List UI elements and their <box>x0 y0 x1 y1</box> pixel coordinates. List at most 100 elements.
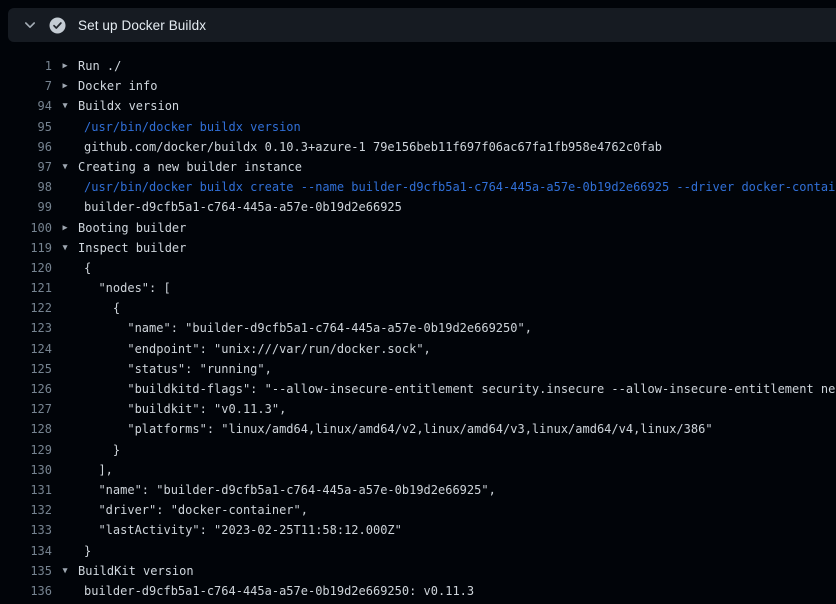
line-number[interactable]: 134 <box>0 541 52 561</box>
group-toggle-icon <box>52 419 78 439</box>
group-toggle-icon <box>52 500 78 520</box>
group-toggle-icon <box>52 278 78 298</box>
line-number[interactable]: 120 <box>0 258 52 278</box>
group-expanded-icon[interactable]: ▼ <box>52 157 78 177</box>
log-line-text: ], <box>78 460 836 480</box>
line-number[interactable]: 99 <box>0 197 52 217</box>
line-number[interactable]: 125 <box>0 359 52 379</box>
line-number[interactable]: 95 <box>0 117 52 137</box>
log-line: 123 "name": "builder-d9cfb5a1-c764-445a-… <box>0 318 836 338</box>
log-line: 99 builder-d9cfb5a1-c764-445a-a57e-0b19d… <box>0 197 836 217</box>
log-line-text: BuildKit version <box>78 561 836 581</box>
log-line-text: Booting builder <box>78 218 836 238</box>
step-header[interactable]: Set up Docker Buildx <box>8 8 836 42</box>
log-line-text: } <box>78 541 836 561</box>
log-line-text: Buildx version <box>78 96 836 116</box>
line-number[interactable]: 124 <box>0 339 52 359</box>
line-number[interactable]: 94 <box>0 96 52 116</box>
group-toggle-icon <box>52 339 78 359</box>
log-line-text: "endpoint": "unix:///var/run/docker.sock… <box>78 339 836 359</box>
log-line-text: "nodes": [ <box>78 278 836 298</box>
log-line: 127 "buildkit": "v0.11.3", <box>0 399 836 419</box>
line-number[interactable]: 121 <box>0 278 52 298</box>
line-number[interactable]: 100 <box>0 218 52 238</box>
line-number[interactable]: 132 <box>0 500 52 520</box>
log-line-text: Run ./ <box>78 56 836 76</box>
log-line[interactable]: 97 ▼ Creating a new builder instance <box>0 157 836 177</box>
log-line-text: "platforms": "linux/amd64,linux/amd64/v2… <box>78 419 836 439</box>
group-expanded-icon[interactable]: ▼ <box>52 561 78 581</box>
log-line: 136 builder-d9cfb5a1-c764-445a-a57e-0b19… <box>0 581 836 601</box>
group-toggle-icon <box>52 177 78 197</box>
group-expanded-icon[interactable]: ▼ <box>52 238 78 258</box>
log-line-text: Docker info <box>78 76 836 96</box>
log-line: 121 "nodes": [ <box>0 278 836 298</box>
group-toggle-icon <box>52 117 78 137</box>
log-line-text: /usr/bin/docker buildx create --name bui… <box>78 177 836 197</box>
log-line: 120 { <box>0 258 836 278</box>
log-line-text: { <box>78 298 836 318</box>
log-line[interactable]: 135 ▼ BuildKit version <box>0 561 836 581</box>
log-line[interactable]: 1 ▶ Run ./ <box>0 56 836 76</box>
log-line-text: "driver": "docker-container", <box>78 500 836 520</box>
log-line: 133 "lastActivity": "2023-02-25T11:58:12… <box>0 520 836 540</box>
log-line-text: { <box>78 258 836 278</box>
log-panel: 1 ▶ Run ./ 7 ▶ Docker info 94 ▼ Buildx v… <box>0 42 836 604</box>
chevron-down-icon[interactable] <box>22 17 38 33</box>
log-line[interactable]: 100 ▶ Booting builder <box>0 218 836 238</box>
group-toggle-icon <box>52 581 78 601</box>
line-number[interactable]: 128 <box>0 419 52 439</box>
line-number[interactable]: 127 <box>0 399 52 419</box>
line-number[interactable]: 7 <box>0 76 52 96</box>
group-toggle-icon <box>52 399 78 419</box>
log-line: 95 /usr/bin/docker buildx version <box>0 117 836 137</box>
line-number[interactable]: 97 <box>0 157 52 177</box>
line-number[interactable]: 98 <box>0 177 52 197</box>
log-line[interactable]: 94 ▼ Buildx version <box>0 96 836 116</box>
log-line: 124 "endpoint": "unix:///var/run/docker.… <box>0 339 836 359</box>
log-line: 98 /usr/bin/docker buildx create --name … <box>0 177 836 197</box>
line-number[interactable]: 126 <box>0 379 52 399</box>
line-number[interactable]: 1 <box>0 56 52 76</box>
log-line: 129 } <box>0 440 836 460</box>
group-toggle-icon <box>52 440 78 460</box>
group-toggle-icon <box>52 197 78 217</box>
group-toggle-icon <box>52 258 78 278</box>
line-number[interactable]: 131 <box>0 480 52 500</box>
log-line-text: /usr/bin/docker buildx version <box>78 117 836 137</box>
log-line-text: "name": "builder-d9cfb5a1-c764-445a-a57e… <box>78 318 836 338</box>
line-number[interactable]: 119 <box>0 238 52 258</box>
group-collapsed-icon[interactable]: ▶ <box>52 56 78 76</box>
log-line-text: "buildkitd-flags": "--allow-insecure-ent… <box>78 379 836 399</box>
log-line-text: Creating a new builder instance <box>78 157 836 177</box>
line-number[interactable]: 122 <box>0 298 52 318</box>
group-toggle-icon <box>52 137 78 157</box>
line-number[interactable]: 130 <box>0 460 52 480</box>
log-line-text: Inspect builder <box>78 238 836 258</box>
line-number[interactable]: 129 <box>0 440 52 460</box>
group-expanded-icon[interactable]: ▼ <box>52 96 78 116</box>
log-line-text: } <box>78 440 836 460</box>
group-toggle-icon <box>52 541 78 561</box>
line-number[interactable]: 135 <box>0 561 52 581</box>
log-line: 130 ], <box>0 460 836 480</box>
step-title: Set up Docker Buildx <box>78 18 206 33</box>
group-collapsed-icon[interactable]: ▶ <box>52 76 78 96</box>
log-line-text: github.com/docker/buildx 0.10.3+azure-1 … <box>78 137 836 157</box>
log-line-text: "name": "builder-d9cfb5a1-c764-445a-a57e… <box>78 480 836 500</box>
group-toggle-icon <box>52 298 78 318</box>
line-number[interactable]: 96 <box>0 137 52 157</box>
group-toggle-icon <box>52 318 78 338</box>
group-toggle-icon <box>52 379 78 399</box>
line-number[interactable]: 136 <box>0 581 52 601</box>
line-number[interactable]: 133 <box>0 520 52 540</box>
line-number[interactable]: 123 <box>0 318 52 338</box>
group-toggle-icon <box>52 460 78 480</box>
log-line[interactable]: 119 ▼ Inspect builder <box>0 238 836 258</box>
group-toggle-icon <box>52 480 78 500</box>
log-line: 96 github.com/docker/buildx 0.10.3+azure… <box>0 137 836 157</box>
log-line: 131 "name": "builder-d9cfb5a1-c764-445a-… <box>0 480 836 500</box>
group-collapsed-icon[interactable]: ▶ <box>52 218 78 238</box>
log-line: 132 "driver": "docker-container", <box>0 500 836 520</box>
log-line[interactable]: 7 ▶ Docker info <box>0 76 836 96</box>
